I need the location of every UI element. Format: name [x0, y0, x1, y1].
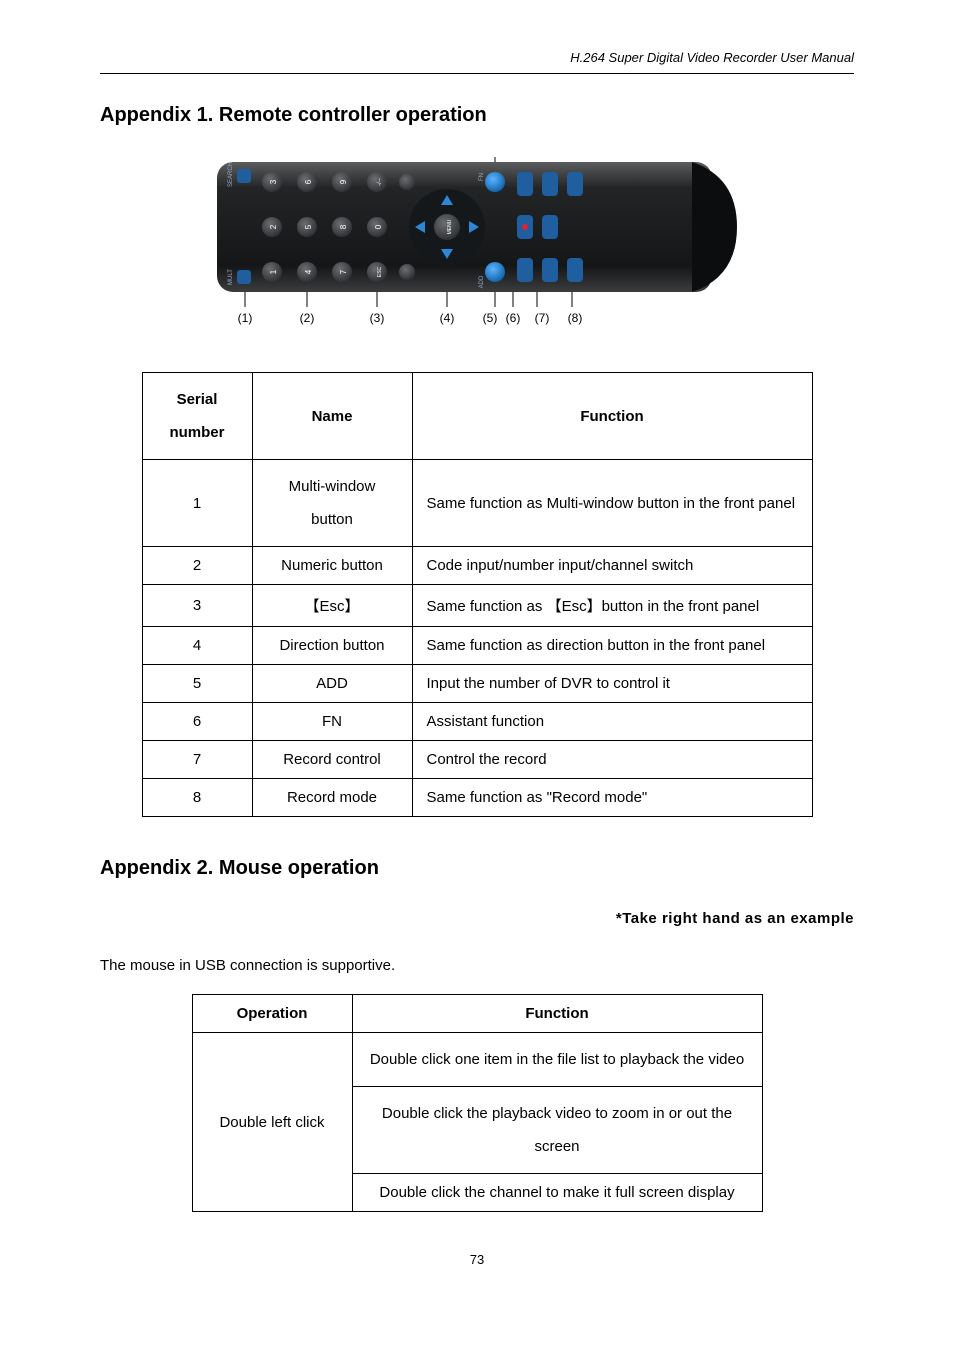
remote-controller-image: SEARCH MULT 3 2 1 6 5 4 9 8 7 -/-- — [217, 157, 737, 337]
cell-serial: 5 — [142, 665, 252, 703]
svg-text:ESC: ESC — [377, 266, 383, 277]
svg-text:8: 8 — [339, 224, 348, 229]
appendix2-title: Appendix 2. Mouse operation — [100, 857, 854, 880]
table-row: 3 【Esc】 Same function as 【Esc】button in … — [142, 585, 812, 627]
callout-7: (7) — [535, 311, 550, 325]
callout-6: (6) — [506, 311, 521, 325]
cell-serial: 4 — [142, 627, 252, 665]
svg-text:9: 9 — [339, 179, 348, 184]
callout-8: (8) — [568, 311, 583, 325]
th-function2: Function — [352, 995, 762, 1033]
cell-serial: 1 — [142, 460, 252, 547]
cell-name: Direction button — [252, 627, 412, 665]
cell-name: ADD — [252, 665, 412, 703]
table-row: 8 Record mode Same function as "Record m… — [142, 779, 812, 817]
label-search: SEARCH — [228, 162, 234, 187]
page-header: H.264 Super Digital Video Recorder User … — [100, 50, 854, 74]
direction-pad: MENU — [409, 189, 485, 265]
appendix2-note: *Take right hand as an example — [100, 910, 854, 927]
table-row: 5 ADD Input the number of DVR to control… — [142, 665, 812, 703]
svg-text:4: 4 — [304, 269, 313, 274]
appendix2-body: The mouse in USB connection is supportiv… — [100, 957, 854, 974]
cell-function: Input the number of DVR to control it — [412, 665, 812, 703]
table-row: 6 FN Assistant function — [142, 703, 812, 741]
svg-text:3: 3 — [269, 179, 278, 184]
cell-function: Control the record — [412, 741, 812, 779]
cell-function: Double click one item in the file list t… — [352, 1033, 762, 1087]
svg-text:FN: FN — [479, 173, 485, 181]
svg-text:ADD: ADD — [479, 275, 485, 288]
callout-4: (4) — [440, 311, 455, 325]
cell-name: 【Esc】 — [252, 585, 412, 627]
callout-2: (2) — [300, 311, 315, 325]
remote-figure: SEARCH MULT 3 2 1 6 5 4 9 8 7 -/-- — [100, 157, 854, 342]
svg-text:1: 1 — [269, 269, 278, 274]
cell-name: Multi-window button — [252, 460, 412, 547]
svg-text:6: 6 — [304, 179, 313, 184]
cell-function: Same function as "Record mode" — [412, 779, 812, 817]
cell-name: Record mode — [252, 779, 412, 817]
cell-name: FN — [252, 703, 412, 741]
svg-text:-/--: -/-- — [377, 178, 383, 186]
cell-serial: 2 — [142, 547, 252, 585]
table-row: 7 Record control Control the record — [142, 741, 812, 779]
svg-text:2: 2 — [269, 224, 278, 229]
cell-serial: 6 — [142, 703, 252, 741]
cell-operation: Double left click — [192, 1033, 352, 1212]
appendix2-table: Operation Function Double left click Dou… — [192, 994, 763, 1212]
callout-1: (1) — [238, 311, 253, 325]
th-name: Name — [252, 373, 412, 460]
svg-text:5: 5 — [304, 224, 313, 229]
cell-function: Double click the playback video to zoom … — [352, 1087, 762, 1174]
table-row: 1 Multi-window button Same function as M… — [142, 460, 812, 547]
table-row: Double left click Double click one item … — [192, 1033, 762, 1087]
cell-function: Same function as direction button in the… — [412, 627, 812, 665]
label-mult: MULT — [228, 269, 234, 285]
table-row: 4 Direction button Same function as dire… — [142, 627, 812, 665]
page-number: 73 — [100, 1252, 854, 1267]
cell-name: Numeric button — [252, 547, 412, 585]
svg-text:0: 0 — [374, 224, 383, 229]
cell-serial: 3 — [142, 585, 252, 627]
page: H.264 Super Digital Video Recorder User … — [0, 0, 954, 1307]
appendix1-table: Serial number Name Function 1 Multi-wind… — [142, 372, 813, 817]
cell-serial: 8 — [142, 779, 252, 817]
cell-function: Double click the channel to make it full… — [352, 1174, 762, 1212]
svg-text:MENU: MENU — [447, 219, 453, 234]
table-row: 2 Numeric button Code input/number input… — [142, 547, 812, 585]
cell-serial: 7 — [142, 741, 252, 779]
th-serial: Serial number — [142, 373, 252, 460]
callout-3: (3) — [370, 311, 385, 325]
th-function: Function — [412, 373, 812, 460]
appendix1-title: Appendix 1. Remote controller operation — [100, 104, 854, 127]
th-operation: Operation — [192, 995, 352, 1033]
cell-function: Assistant function — [412, 703, 812, 741]
cell-name: Record control — [252, 741, 412, 779]
cell-function: Same function as Multi-window button in … — [412, 460, 812, 547]
cell-function: Same function as 【Esc】button in the fron… — [412, 585, 812, 627]
callout-5: (5) — [483, 311, 498, 325]
cell-function: Code input/number input/channel switch — [412, 547, 812, 585]
svg-text:7: 7 — [339, 269, 348, 274]
